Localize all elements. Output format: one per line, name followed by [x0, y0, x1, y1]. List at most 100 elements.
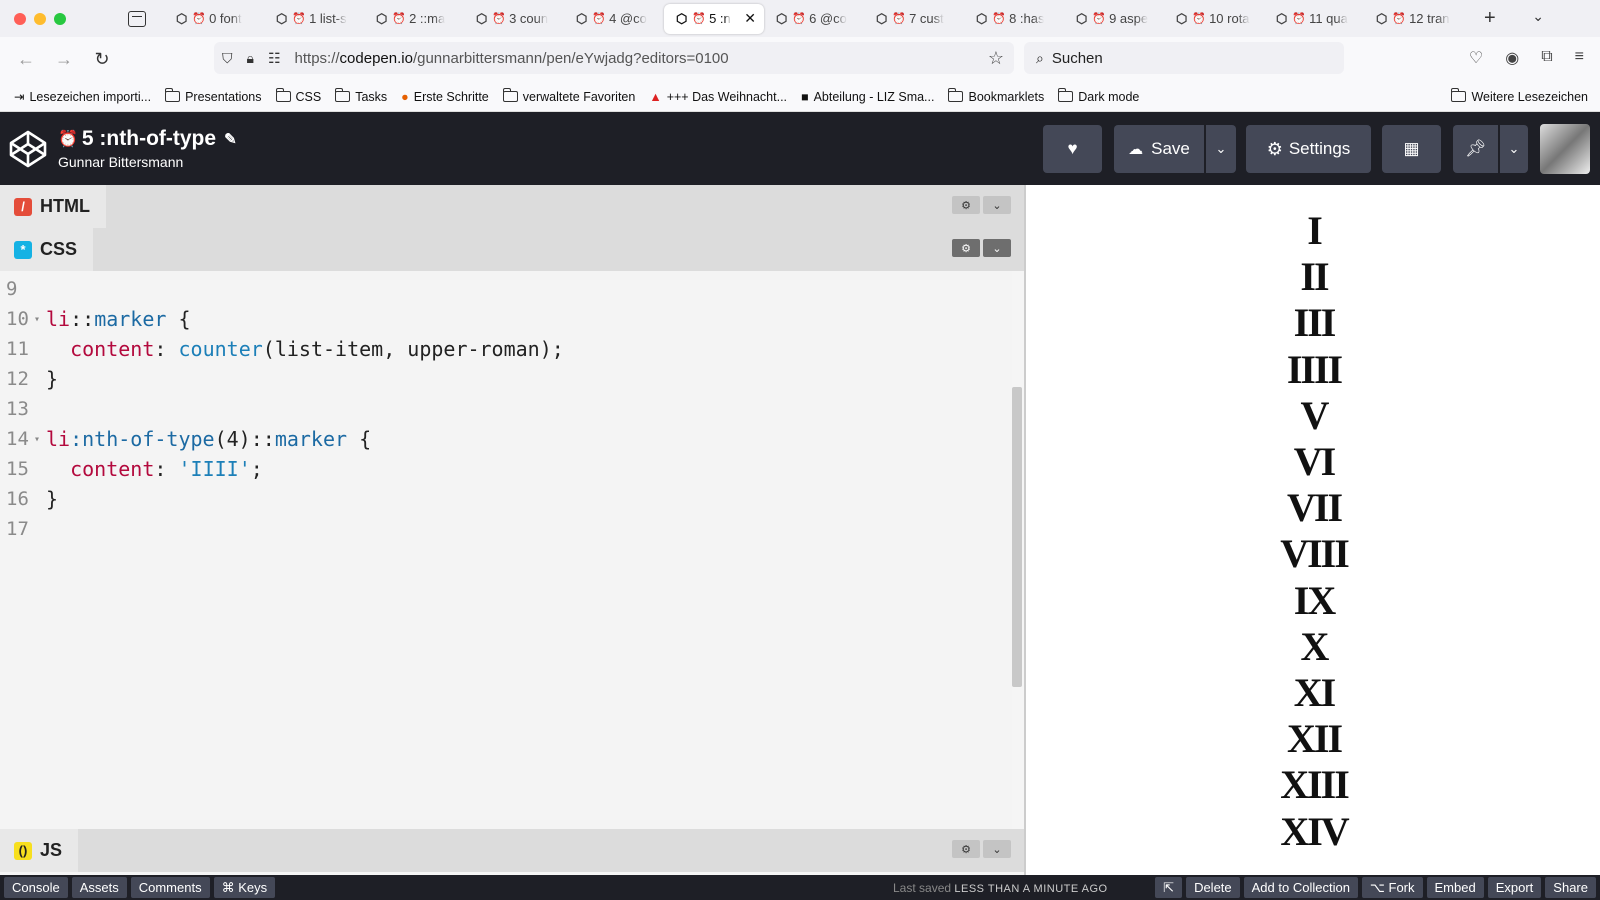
bookmark-more[interactable]: Weitere Lesezeichen: [1451, 88, 1588, 104]
menu-icon[interactable]: ≡: [1575, 48, 1584, 68]
browser-tab[interactable]: ⬡ ⏰ 1 list-s: [264, 4, 364, 34]
pen-author[interactable]: Gunnar Bittersmann: [58, 154, 237, 170]
footer-assets-button[interactable]: Assets: [71, 877, 127, 898]
browser-tab[interactable]: ⬡ ⏰ 5 :n ✕: [664, 3, 764, 34]
list-marker-numeral: VI: [1293, 439, 1336, 484]
bookmark-item[interactable]: ⇥ Lesezeichen importi...: [14, 89, 152, 105]
heart-button[interactable]: ♥: [1043, 125, 1102, 173]
url-bar[interactable]: ⛉ 🔒︎ ☷ https://codepen.io/gunnarbittersm…: [214, 42, 1014, 74]
url-text[interactable]: https://codepen.io/gunnarbittersmann/pen…: [295, 50, 729, 67]
bookmark-more-label: Weitere Lesezeichen: [1471, 89, 1588, 104]
list-marker-numeral: III: [1293, 300, 1337, 346]
bookmark-item[interactable]: CSS: [275, 88, 321, 104]
bookmark-item[interactable]: verwaltete Favoriten: [502, 88, 635, 104]
browser-tab[interactable]: ⬡ ⏰ 0 font: [164, 4, 264, 34]
browser-tab[interactable]: ⬡ ⏰ 11 qua: [1264, 4, 1364, 34]
js-editor-tab[interactable]: () JS: [0, 829, 79, 872]
layout-button[interactable]: ▦: [1382, 125, 1441, 173]
js-settings-button[interactable]: ⚙: [952, 840, 980, 858]
bookmark-star-icon[interactable]: ☆: [988, 48, 1004, 69]
browser-tab-bar: ⬡ ⏰ 0 font ⬡ ⏰ 1 list-s ⬡ ⏰ 2 ::ma ⬡ ⏰ 3 coun ⬡ ⏰ 4 @c…: [0, 0, 1600, 37]
save-button[interactable]: ☁ Save: [1114, 125, 1204, 173]
list-marker-numeral: VII: [1286, 485, 1343, 531]
reload-icon[interactable]: ↻: [92, 49, 112, 70]
bookmark-label: Lesezeichen importi...: [29, 89, 152, 104]
fold-arrow-icon[interactable]: ▾: [34, 314, 42, 325]
save-options-button[interactable]: ⌄: [1206, 125, 1236, 173]
bookmark-item[interactable]: Dark mode: [1058, 88, 1139, 104]
code-line[interactable]: 15 content: 'IIII';: [0, 454, 1012, 484]
cloud-icon: ☁: [1128, 141, 1144, 158]
css-collapse-button[interactable]: ⌄: [983, 239, 1011, 257]
edit-pencil-icon[interactable]: ✎: [224, 130, 237, 148]
settings-button[interactable]: ⚙ Settings: [1246, 125, 1371, 173]
footer-export-button[interactable]: Export: [1487, 877, 1542, 898]
pin-button[interactable]: 📌︎: [1453, 125, 1498, 173]
account-icon[interactable]: ◉: [1505, 48, 1519, 68]
code-line[interactable]: 14 ▾ li:nth-of-type(4)::marker {: [0, 424, 1012, 454]
bookmark-label: Tasks: [355, 89, 388, 104]
forward-arrow-icon[interactable]: →: [54, 49, 74, 70]
footer-comments-button[interactable]: Comments: [130, 877, 210, 898]
shield-icon[interactable]: ⛉: [222, 50, 233, 67]
pen-title[interactable]: ⏰ 5 :nth-of-type ✎: [58, 127, 237, 151]
browser-tab[interactable]: ⬡ ⏰ 2 ::ma: [364, 4, 464, 34]
footer-fork-button[interactable]: ⌥ Fork: [1361, 877, 1423, 898]
css-editor-tab[interactable]: * CSS: [0, 228, 94, 271]
extensions-icon[interactable]: ⧉: [1541, 48, 1552, 68]
zoom-window-button[interactable]: [54, 12, 66, 25]
code-line[interactable]: 16}: [0, 484, 1012, 514]
new-tab-button[interactable]: +: [1484, 7, 1496, 30]
open-external-button[interactable]: ⇱: [1155, 877, 1183, 898]
html-editor-tab[interactable]: / HTML: [0, 185, 106, 228]
fold-arrow-icon[interactable]: ▾: [34, 434, 42, 445]
minimize-window-button[interactable]: [34, 12, 46, 25]
browser-tab[interactable]: ⬡ ⏰ 12 tran: [1364, 4, 1464, 34]
lock-icon[interactable]: 🔒︎: [247, 50, 254, 67]
bookmark-item[interactable]: ▲ +++ Das Weihnacht...: [649, 89, 787, 104]
code-line[interactable]: 13: [0, 394, 1012, 424]
code-line[interactable]: 12}: [0, 364, 1012, 394]
list-all-tabs-icon[interactable]: ⌄: [1532, 8, 1544, 25]
pocket-icon[interactable]: ♡: [1469, 48, 1483, 68]
code-text: }: [46, 367, 59, 391]
tab-overview-icon[interactable]: [128, 10, 146, 27]
footer-keys-button[interactable]: ⌘ Keys: [213, 877, 276, 898]
footer-share-button[interactable]: Share: [1545, 877, 1596, 898]
editor-scrollbar[interactable]: [1012, 387, 1022, 687]
codepen-header: ⏰ 5 :nth-of-type ✎ Gunnar Bittersmann ♥ …: [0, 112, 1600, 185]
browser-tab[interactable]: ⬡ ⏰ 8 :has: [964, 4, 1064, 34]
css-code-editor[interactable]: 9 10 ▾ li::marker {11 content: counter(list…: [0, 271, 1012, 829]
bookmark-item[interactable]: ● Erste Schritte: [401, 89, 489, 104]
close-tab-icon[interactable]: ✕: [744, 10, 756, 27]
footer-embed-button[interactable]: Embed: [1426, 877, 1484, 898]
code-line[interactable]: 11 content: counter(list-item, upper-rom…: [0, 334, 1012, 364]
html-collapse-button[interactable]: ⌄: [983, 196, 1011, 214]
browser-tab[interactable]: ⬡ ⏰ 6 @co: [764, 4, 864, 34]
pin-options-button[interactable]: ⌄: [1500, 125, 1528, 173]
browser-tab[interactable]: ⬡ ⏰ 3 coun: [464, 4, 564, 34]
footer-console-button[interactable]: Console: [4, 877, 68, 898]
avatar[interactable]: [1540, 124, 1590, 174]
css-settings-button[interactable]: ⚙: [952, 239, 980, 257]
back-arrow-icon[interactable]: ←: [16, 49, 36, 70]
search-bar[interactable]: ⌕ Suchen: [1024, 42, 1344, 74]
footer-add-to-collection-button[interactable]: Add to Collection: [1243, 877, 1358, 898]
codepen-logo-icon[interactable]: [8, 129, 48, 169]
close-window-button[interactable]: [14, 12, 26, 25]
browser-tab[interactable]: ⬡ ⏰ 4 @co: [564, 4, 664, 34]
bookmark-item[interactable]: Tasks: [335, 88, 388, 104]
bookmark-item[interactable]: ■ Abteilung - LIZ Sma...: [801, 89, 934, 104]
browser-tab[interactable]: ⬡ ⏰ 10 rota: [1164, 4, 1264, 34]
browser-tab[interactable]: ⬡ ⏰ 9 aspe: [1064, 4, 1164, 34]
bookmark-item[interactable]: Bookmarklets: [948, 88, 1044, 104]
browser-tab[interactable]: ⬡ ⏰ 7 cust: [864, 4, 964, 34]
bookmark-item[interactable]: Presentations: [165, 88, 262, 104]
js-collapse-button[interactable]: ⌄: [983, 840, 1011, 858]
permissions-icon[interactable]: ☷: [268, 50, 281, 67]
footer-delete-button[interactable]: Delete: [1186, 877, 1240, 898]
code-line[interactable]: 17: [0, 514, 1012, 544]
code-line[interactable]: 10 ▾ li::marker {: [0, 304, 1012, 334]
html-settings-button[interactable]: ⚙: [952, 196, 980, 214]
code-line[interactable]: 9: [0, 274, 1012, 304]
